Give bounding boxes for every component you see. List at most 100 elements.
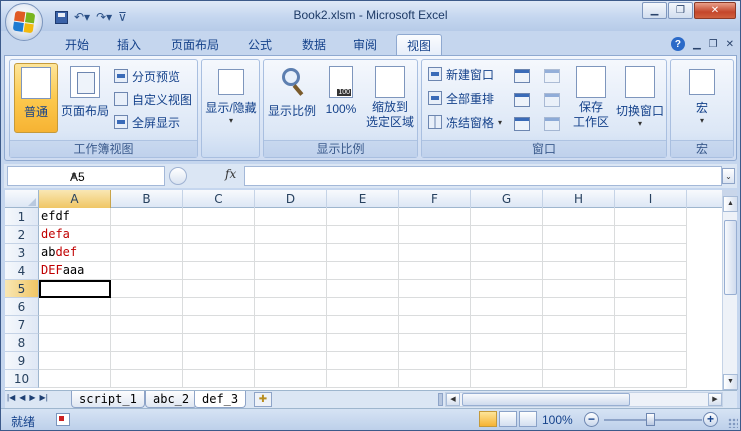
column-header-d[interactable]: D	[255, 190, 327, 208]
formula-input[interactable]	[244, 166, 722, 186]
cell-f9[interactable]	[399, 352, 471, 370]
save-workspace-button[interactable]: 保存 工作区	[570, 63, 612, 133]
worksheet-grid[interactable]: ABCDEFGHI 1 efdf 2 defa 3 abdef 4 DEFaaa 5 6 7 8 9 10	[5, 190, 722, 390]
cell-a10[interactable]	[39, 370, 111, 388]
cell-h7[interactable]	[543, 316, 615, 334]
cell-c1[interactable]	[183, 208, 255, 226]
cell-g6[interactable]	[471, 298, 543, 316]
cell-h6[interactable]	[543, 298, 615, 316]
cell-g4[interactable]	[471, 262, 543, 280]
last-sheet-icon[interactable]: ▶|	[40, 393, 48, 402]
split-icon[interactable]	[514, 69, 530, 83]
cell-f6[interactable]	[399, 298, 471, 316]
scroll-left-icon[interactable]: ◀	[446, 393, 460, 406]
cell-h9[interactable]	[543, 352, 615, 370]
tab-split-handle[interactable]	[438, 393, 443, 406]
cell-i10[interactable]	[615, 370, 687, 388]
cell-b6[interactable]	[111, 298, 183, 316]
row-header-2[interactable]: 2	[5, 226, 39, 244]
row-header-4[interactable]: 4	[5, 262, 39, 280]
cell-f7[interactable]	[399, 316, 471, 334]
cell-d4[interactable]	[255, 262, 327, 280]
zoom-slider-thumb[interactable]	[646, 413, 655, 426]
vertical-split-handle[interactable]	[722, 190, 737, 196]
cell-e8[interactable]	[327, 334, 399, 352]
cell-h10[interactable]	[543, 370, 615, 388]
tab-data[interactable]: 数据	[293, 34, 335, 55]
row-header-9[interactable]: 9	[5, 352, 39, 370]
cell-g7[interactable]	[471, 316, 543, 334]
column-header-e[interactable]: E	[327, 190, 399, 208]
row-header-6[interactable]: 6	[5, 298, 39, 316]
cell-a7[interactable]	[39, 316, 111, 334]
tab-home[interactable]: 开始	[56, 34, 98, 55]
insert-sheet-icon[interactable]: ✚	[254, 392, 272, 407]
full-screen-button[interactable]: 全屏显示	[114, 112, 180, 132]
cell-b5[interactable]	[111, 280, 183, 298]
minimize-icon[interactable]: ▁	[642, 2, 667, 19]
sheet-tab-abc-2[interactable]: abc_2	[145, 391, 198, 408]
cell-c10[interactable]	[183, 370, 255, 388]
cell-a1[interactable]: efdf	[39, 208, 111, 226]
cell-a5[interactable]	[39, 280, 111, 298]
help-icon[interactable]: ?	[670, 37, 685, 51]
cell-e5[interactable]	[327, 280, 399, 298]
cell-e6[interactable]	[327, 298, 399, 316]
cell-g5[interactable]	[471, 280, 543, 298]
macros-button[interactable]: 宏 ▾	[679, 63, 725, 133]
page-break-preview-button[interactable]: 分页预览	[114, 66, 180, 86]
select-all-corner[interactable]	[5, 190, 39, 208]
cell-h4[interactable]	[543, 262, 615, 280]
cell-c7[interactable]	[183, 316, 255, 334]
vertical-scrollbar[interactable]: ▲ ▼	[722, 190, 738, 390]
cell-d2[interactable]	[255, 226, 327, 244]
column-header-b[interactable]: B	[111, 190, 183, 208]
reset-window-position-icon[interactable]	[544, 117, 560, 131]
freeze-panes-button[interactable]: 冻结窗格 ▾	[428, 112, 502, 132]
cell-a2[interactable]: defa	[39, 226, 111, 244]
page-layout-view-button[interactable]: 页面布局	[60, 63, 110, 133]
cell-i5[interactable]	[615, 280, 687, 298]
cell-c2[interactable]	[183, 226, 255, 244]
cell-i4[interactable]	[615, 262, 687, 280]
cell-f4[interactable]	[399, 262, 471, 280]
cell-g9[interactable]	[471, 352, 543, 370]
cell-h1[interactable]	[543, 208, 615, 226]
cell-g3[interactable]	[471, 244, 543, 262]
ribbon-close-icon[interactable]: ✕	[726, 39, 734, 50]
cell-e9[interactable]	[327, 352, 399, 370]
zoom-in-icon[interactable]: +	[703, 412, 718, 427]
sheet-tab-def-3[interactable]: def_3	[194, 391, 247, 408]
cell-e2[interactable]	[327, 226, 399, 244]
cell-c8[interactable]	[183, 334, 255, 352]
cell-a6[interactable]	[39, 298, 111, 316]
cell-d10[interactable]	[255, 370, 327, 388]
chevron-down-icon[interactable]: ▼	[70, 171, 160, 180]
cell-d9[interactable]	[255, 352, 327, 370]
horizontal-scroll-thumb[interactable]	[462, 393, 630, 406]
page-break-shortcut-icon[interactable]	[519, 411, 537, 427]
cell-b4[interactable]	[111, 262, 183, 280]
column-header-f[interactable]: F	[399, 190, 471, 208]
cell-g2[interactable]	[471, 226, 543, 244]
column-header-g[interactable]: G	[471, 190, 543, 208]
resize-grip-icon[interactable]	[728, 418, 738, 428]
cell-i9[interactable]	[615, 352, 687, 370]
tab-formulas[interactable]: 公式	[239, 34, 281, 55]
cell-c5[interactable]	[183, 280, 255, 298]
cell-a8[interactable]	[39, 334, 111, 352]
cell-d8[interactable]	[255, 334, 327, 352]
cell-e7[interactable]	[327, 316, 399, 334]
cell-f3[interactable]	[399, 244, 471, 262]
cell-c3[interactable]	[183, 244, 255, 262]
cell-g8[interactable]	[471, 334, 543, 352]
cell-i8[interactable]	[615, 334, 687, 352]
cell-f10[interactable]	[399, 370, 471, 388]
cell-f2[interactable]	[399, 226, 471, 244]
cell-b8[interactable]	[111, 334, 183, 352]
row-header-10[interactable]: 10	[5, 370, 39, 388]
cell-b7[interactable]	[111, 316, 183, 334]
row-header-8[interactable]: 8	[5, 334, 39, 352]
cell-b2[interactable]	[111, 226, 183, 244]
prev-sheet-icon[interactable]: ◀	[19, 393, 25, 402]
